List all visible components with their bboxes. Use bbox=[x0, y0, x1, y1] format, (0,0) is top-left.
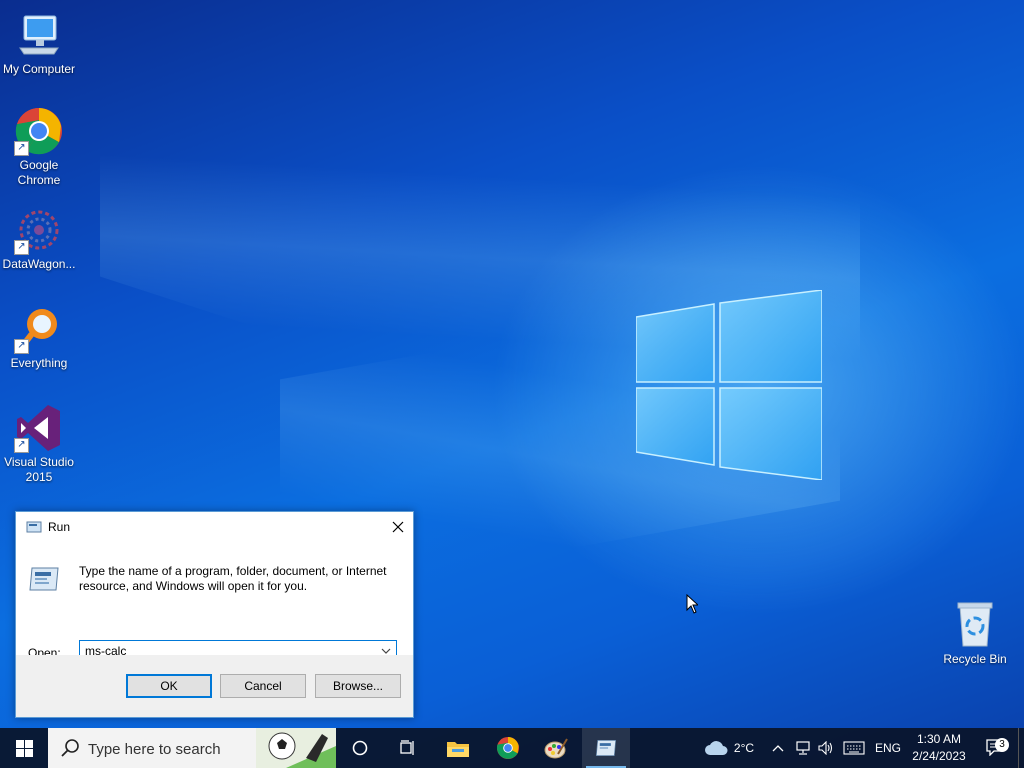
desktop-icon-label: Recycle Bin bbox=[943, 652, 1007, 666]
clock-date: 2/24/2023 bbox=[912, 749, 966, 763]
run-dialog: Run Type the name of a program, folder, … bbox=[15, 511, 414, 718]
show-hidden-icons-button[interactable] bbox=[768, 728, 788, 768]
paint-button[interactable] bbox=[534, 728, 578, 768]
run-program-icon bbox=[29, 567, 59, 591]
browse-button[interactable]: Browse... bbox=[315, 674, 401, 698]
chrome-icon bbox=[496, 736, 520, 760]
run-taskbar-button[interactable] bbox=[582, 728, 630, 768]
cortana-button[interactable] bbox=[340, 728, 380, 768]
desktop-icon-datawagon[interactable]: ↗ DataWagon... bbox=[0, 205, 78, 272]
paint-icon bbox=[544, 738, 568, 759]
computer-icon bbox=[19, 15, 59, 55]
close-icon bbox=[392, 521, 404, 533]
search-icon bbox=[61, 739, 79, 757]
windows-logo-wallpaper bbox=[636, 290, 822, 480]
shortcut-arrow-icon: ↗ bbox=[14, 438, 29, 453]
file-explorer-button[interactable] bbox=[436, 728, 480, 768]
desktop-icon-recycle-bin[interactable]: Recycle Bin bbox=[936, 600, 1014, 667]
desktop-icon-everything[interactable]: ↗ Everything bbox=[0, 304, 78, 371]
recycle-bin-icon bbox=[957, 602, 993, 647]
chevron-down-icon bbox=[381, 648, 391, 654]
file-explorer-icon bbox=[447, 742, 469, 757]
cloud-icon bbox=[704, 741, 728, 755]
run-dialog-description: Type the name of a program, folder, docu… bbox=[79, 564, 387, 593]
search-highlight-soccer-icon bbox=[256, 728, 336, 768]
run-icon bbox=[26, 521, 42, 533]
mouse-cursor-icon bbox=[686, 594, 698, 614]
start-button[interactable] bbox=[0, 728, 48, 768]
network-icon bbox=[796, 741, 810, 755]
language-indicator: ENG bbox=[874, 741, 901, 755]
task-view-button[interactable] bbox=[386, 728, 430, 768]
touch-keyboard-button[interactable] bbox=[840, 728, 868, 768]
shortcut-arrow-icon: ↗ bbox=[14, 339, 29, 354]
taskbar-search-box[interactable]: Type here to search bbox=[48, 728, 336, 768]
desktop-icon-my-computer[interactable]: My Computer bbox=[0, 10, 78, 77]
chevron-up-icon bbox=[772, 745, 784, 752]
volume-button[interactable] bbox=[815, 728, 837, 768]
network-button[interactable] bbox=[792, 728, 814, 768]
desktop-icon-label: Visual Studio 2015 bbox=[4, 455, 74, 484]
chrome-taskbar-button[interactable] bbox=[486, 728, 530, 768]
ok-button[interactable]: OK bbox=[126, 674, 212, 698]
task-view-icon bbox=[400, 740, 414, 755]
clock-time: 1:30 AM bbox=[916, 732, 962, 746]
taskbar-clock[interactable]: 1:30 AM 2/24/2023 bbox=[904, 731, 974, 765]
weather-temperature: 2°C bbox=[733, 741, 755, 755]
close-button[interactable] bbox=[383, 512, 413, 542]
speaker-icon bbox=[818, 741, 833, 755]
desktop-icon-label: Everything bbox=[10, 356, 68, 370]
run-icon bbox=[595, 740, 617, 756]
desktop-icon-label: Google Chrome bbox=[17, 158, 61, 187]
run-dialog-titlebar[interactable]: Run bbox=[16, 512, 413, 542]
run-dialog-title: Run bbox=[48, 520, 71, 534]
action-center-button[interactable]: 3 bbox=[978, 728, 1012, 768]
taskbar: Type here to search 2°C ENG 1:30 AM 2/24… bbox=[0, 728, 1024, 768]
desktop-icon-label: My Computer bbox=[2, 62, 76, 76]
desktop-icon-visual-studio[interactable]: ↗ Visual Studio 2015 bbox=[0, 403, 78, 485]
keyboard-icon bbox=[843, 741, 865, 755]
input-language-button[interactable]: ENG bbox=[872, 728, 904, 768]
windows-start-icon bbox=[15, 739, 33, 757]
cortana-circle-icon bbox=[352, 740, 368, 756]
notification-count-badge: 3 bbox=[995, 738, 1009, 752]
run-dialog-body: Type the name of a program, folder, docu… bbox=[16, 542, 413, 662]
shortcut-arrow-icon: ↗ bbox=[14, 141, 29, 156]
desktop-icon-google-chrome[interactable]: ↗ Google Chrome bbox=[0, 106, 78, 188]
weather-widget[interactable]: 2°C bbox=[698, 728, 760, 768]
shortcut-arrow-icon: ↗ bbox=[14, 240, 29, 255]
show-desktop-button[interactable] bbox=[1018, 728, 1024, 768]
desktop-icon-label: DataWagon... bbox=[2, 257, 76, 271]
cancel-button[interactable]: Cancel bbox=[220, 674, 306, 698]
search-placeholder: Type here to search bbox=[88, 741, 221, 758]
